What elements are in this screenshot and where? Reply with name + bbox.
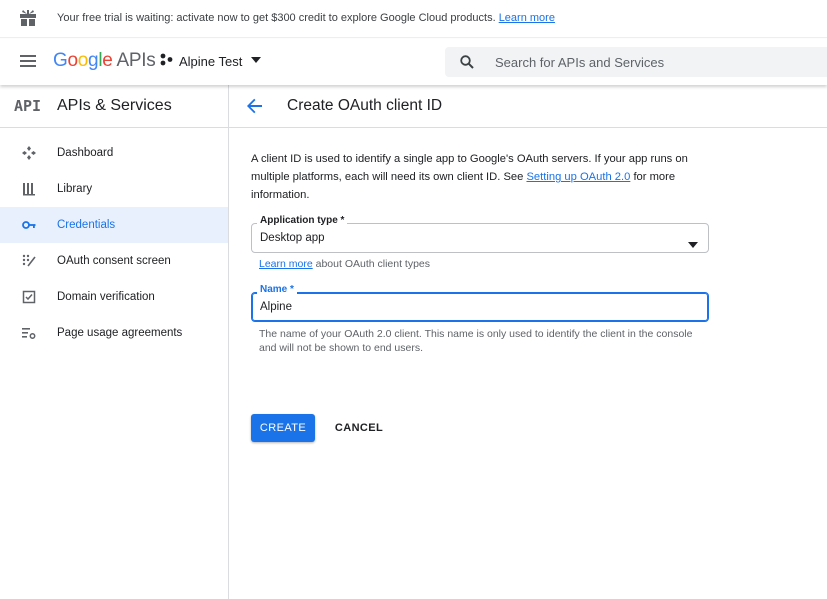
consent-icon (22, 254, 36, 268)
project-selector[interactable]: Alpine Test (160, 53, 262, 69)
oauth-form: A client ID is used to identify a single… (251, 150, 721, 442)
name-field-hint: The name of your OAuth 2.0 client. This … (259, 328, 693, 354)
settings-list-icon (22, 326, 36, 340)
sidebar: API APIs & Services Dashboard Library Cr… (0, 85, 229, 599)
back-arrow-icon[interactable] (246, 97, 264, 120)
name-field[interactable]: Name * Alpine (251, 284, 709, 322)
trial-message: Your free trial is waiting: activate now… (57, 12, 555, 24)
project-icon (160, 53, 173, 69)
dropdown-arrow-icon (688, 235, 698, 253)
top-header: Google APIs Alpine Test (0, 39, 827, 85)
application-type-label: Application type * (257, 215, 348, 226)
trial-banner: Your free trial is waiting: activate now… (0, 0, 827, 38)
application-type-select[interactable]: Application type * Desktop app (251, 215, 709, 253)
application-type-value: Desktop app (260, 232, 325, 244)
sidebar-item-dashboard[interactable]: Dashboard (0, 135, 228, 171)
gift-icon (19, 9, 37, 30)
create-button[interactable]: CREATE (251, 414, 315, 442)
chevron-down-icon (250, 54, 262, 69)
library-icon (22, 182, 36, 196)
checkbox-icon (22, 290, 36, 304)
sidebar-title: APIs & Services (57, 97, 172, 114)
setting-up-oauth-link[interactable]: Setting up OAuth 2.0 (526, 171, 630, 183)
application-type-hint: Learn more about OAuth client types (259, 258, 431, 270)
sidebar-item-library[interactable]: Library (0, 171, 228, 207)
search-bar[interactable] (445, 47, 827, 77)
sidebar-item-domain-verification[interactable]: Domain verification (0, 279, 228, 315)
project-name: Alpine Test (179, 53, 243, 69)
trial-learn-more-link[interactable]: Learn more (499, 12, 555, 24)
api-icon: API (14, 97, 44, 118)
google-apis-logo[interactable]: Google APIs (53, 50, 156, 72)
search-input[interactable] (495, 47, 815, 77)
key-icon (22, 218, 36, 232)
page-header: Create OAuth client ID (229, 85, 827, 128)
name-field-value[interactable]: Alpine (260, 301, 292, 313)
intro-text: A client ID is used to identify a single… (251, 153, 688, 201)
learn-more-client-types-link[interactable]: Learn more (259, 258, 313, 270)
sidebar-item-oauth-consent-screen[interactable]: OAuth consent screen (0, 243, 228, 279)
cancel-button[interactable]: CANCEL (329, 414, 389, 442)
sidebar-header: API APIs & Services (0, 85, 228, 128)
name-field-label: Name * (257, 284, 297, 295)
page-title: Create OAuth client ID (287, 97, 443, 114)
sidebar-item-credentials[interactable]: Credentials (0, 207, 228, 243)
sidebar-item-page-usage-agreements[interactable]: Page usage agreements (0, 315, 228, 351)
search-icon (459, 54, 475, 75)
dashboard-icon (22, 146, 36, 160)
sidebar-nav: Dashboard Library Credentials OAuth cons… (0, 135, 228, 351)
menu-icon[interactable] (19, 52, 37, 75)
svg-text:API: API (14, 97, 41, 113)
